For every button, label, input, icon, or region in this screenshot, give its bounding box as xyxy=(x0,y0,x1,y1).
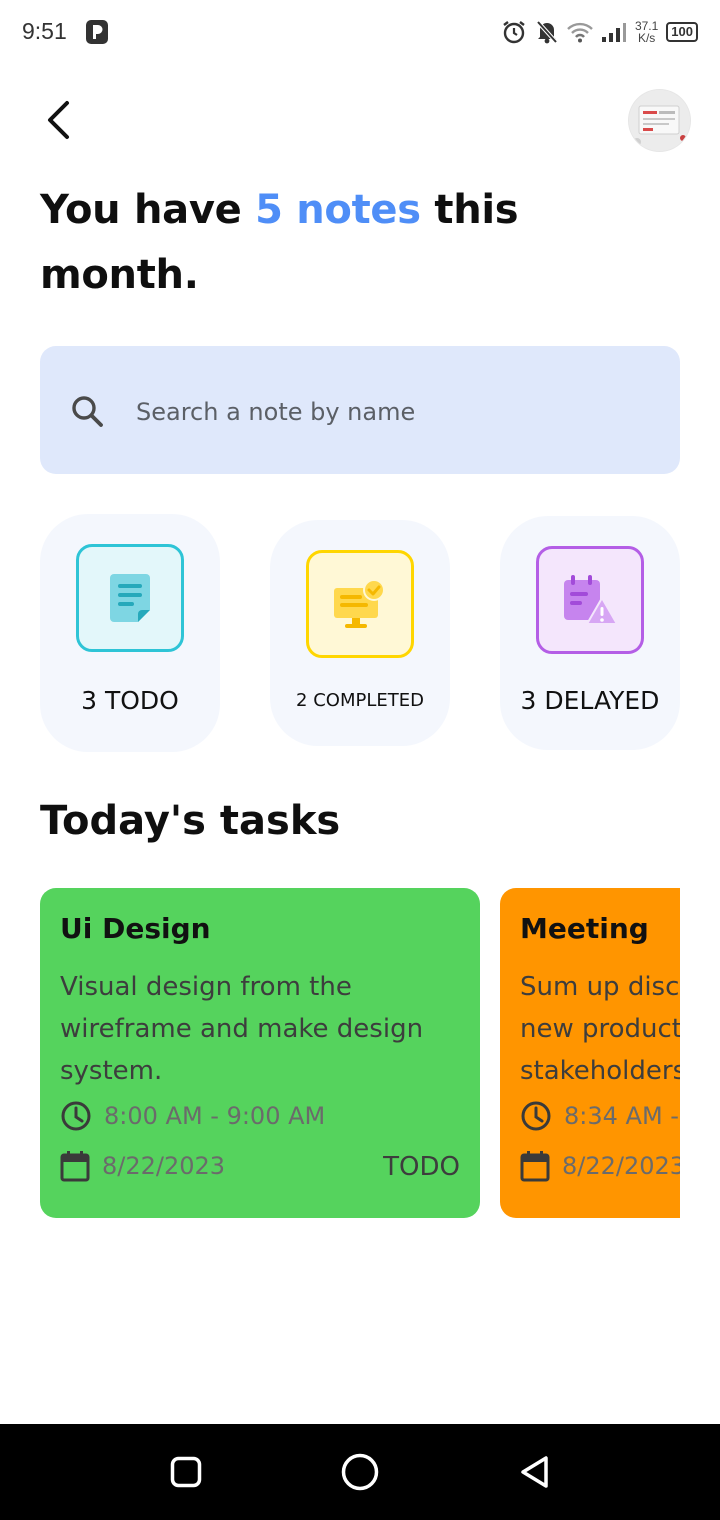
task-time: 8:00 AM - 9:00 AM xyxy=(104,1102,326,1130)
task-card[interactable]: Meeting Sum up discussions about new pro… xyxy=(500,888,680,1218)
avatar[interactable] xyxy=(629,90,690,151)
back-button[interactable] xyxy=(36,96,80,144)
task-card[interactable]: Ui Design Visual design from the wirefra… xyxy=(40,888,480,1218)
monitor-check-icon xyxy=(334,579,385,628)
tasks-carousel[interactable]: Ui Design Visual design from the wirefra… xyxy=(40,888,680,1218)
chevron-left-icon xyxy=(48,101,69,139)
parking-app-icon xyxy=(86,20,108,44)
section-title: Today's tasks xyxy=(40,798,341,844)
task-date: 8/22/2023 xyxy=(562,1152,680,1180)
calendar-icon xyxy=(520,1151,550,1182)
clock-icon xyxy=(521,1101,551,1131)
headline-prefix: You have xyxy=(40,187,256,233)
delayed-count-label: 3 DELAYED xyxy=(520,686,660,715)
task-time-row: 8:34 AM - 9:34 AM xyxy=(520,1100,680,1132)
battery-indicator: 100 xyxy=(666,22,698,42)
profile-image xyxy=(629,90,690,151)
task-description: Visual design from the wireframe and mak… xyxy=(60,972,424,1086)
task-time-row: 8:00 AM - 9:00 AM xyxy=(60,1100,325,1132)
task-time: 8:34 AM - 9:34 AM xyxy=(564,1102,680,1130)
calendar-icon xyxy=(60,1151,90,1182)
task-date: 8/22/2023 xyxy=(102,1152,226,1180)
completed-summary-card[interactable]: 2 COMPLETED xyxy=(270,520,450,746)
clock-icon xyxy=(61,1101,91,1131)
search-input[interactable] xyxy=(136,390,636,434)
page-title: You have 5 notes this month. xyxy=(40,178,680,308)
system-navigation-bar xyxy=(0,1424,720,1520)
recents-button[interactable] xyxy=(162,1448,210,1496)
status-bar: 9:51 37.1 K/s 100 xyxy=(0,0,720,64)
calendar-warning-icon xyxy=(564,575,618,625)
task-status: TODO xyxy=(383,1152,460,1182)
todo-summary-card[interactable]: 3 TODO xyxy=(40,514,220,752)
circle-icon xyxy=(341,1453,379,1491)
task-date-row: 8/22/2023 xyxy=(60,1150,225,1182)
delayed-summary-card[interactable]: 3 DELAYED xyxy=(500,516,680,750)
network-speed: 37.1 K/s xyxy=(635,20,658,44)
completed-icon-box xyxy=(306,550,414,658)
todo-icon-box xyxy=(76,544,184,652)
notes-count-highlight: 5 notes xyxy=(255,187,421,233)
home-button[interactable] xyxy=(336,1448,384,1496)
network-speed-unit: K/s xyxy=(637,31,656,45)
task-date-row: 8/22/2023 xyxy=(520,1150,680,1182)
back-nav-button[interactable] xyxy=(510,1448,558,1496)
status-time: 9:51 xyxy=(22,18,67,44)
mute-bell-icon xyxy=(536,20,558,44)
todo-count-label: 3 TODO xyxy=(81,686,179,715)
task-title: Meeting xyxy=(520,912,649,945)
wifi-icon xyxy=(567,22,593,43)
delayed-icon-box xyxy=(536,546,644,654)
signal-icon xyxy=(601,23,626,42)
alarm-icon xyxy=(503,21,525,44)
triangle-back-icon xyxy=(521,1456,548,1488)
task-title: Ui Design xyxy=(60,912,211,945)
search-icon xyxy=(72,396,103,427)
task-description: Sum up discussions about new product wit… xyxy=(520,972,680,1086)
document-icon xyxy=(110,574,150,622)
completed-count-label: 2 COMPLETED xyxy=(296,690,424,711)
square-icon xyxy=(170,1456,202,1488)
status-icons: 37.1 K/s 100 xyxy=(501,16,698,48)
